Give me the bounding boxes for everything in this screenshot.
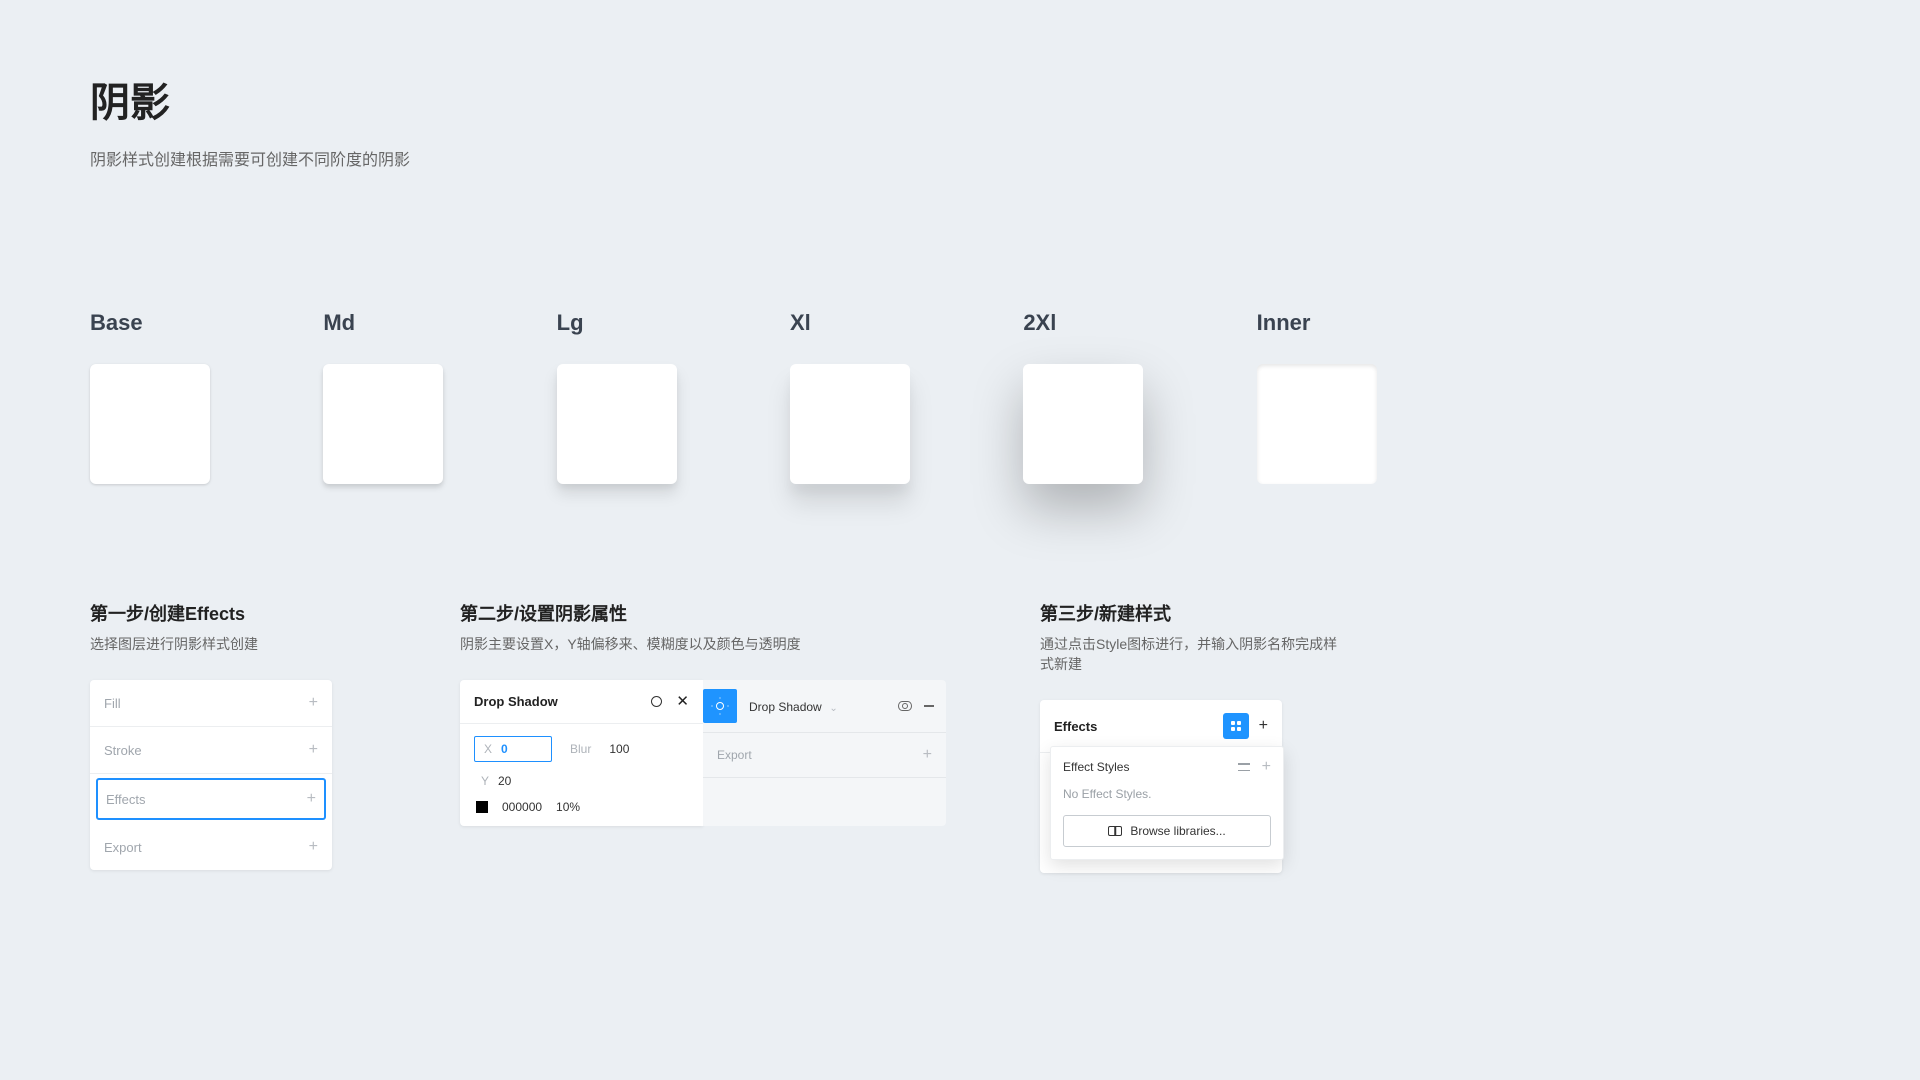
- plus-icon[interactable]: +: [309, 839, 318, 855]
- step-title: 第三步/新建样式: [1040, 600, 1340, 626]
- shadow-settings-panel: Drop Shadow ✕ X 0 Blur: [460, 680, 703, 826]
- x-label: X: [483, 742, 493, 756]
- panel-row-fill[interactable]: Fill +: [90, 680, 332, 727]
- swatch-col-base: Base: [90, 310, 323, 484]
- swatch-col-xl: Xl: [790, 310, 1023, 484]
- plus-icon[interactable]: +: [309, 742, 318, 758]
- swatch-col-2xl: 2Xl: [1023, 310, 1256, 484]
- popover-title: Effect Styles: [1063, 760, 1129, 774]
- grid-icon: [1231, 721, 1241, 731]
- swatch-col-md: Md: [323, 310, 556, 484]
- swatch-label: Md: [323, 310, 556, 336]
- sun-icon: [713, 699, 727, 713]
- page-subtitle: 阴影样式创建根据需要可创建不同阶度的阴影: [90, 146, 1490, 170]
- step-subtitle: 选择图层进行阴影样式创建: [90, 634, 460, 654]
- panel-row-effects[interactable]: Effects +: [96, 778, 326, 820]
- step-subtitle: 通过点击Style图标进行，并输入阴影名称完成样式新建: [1040, 634, 1340, 674]
- effect-styles-popover: Effect Styles + No Effect Styles. Browse…: [1050, 746, 1284, 860]
- swatch-inner: [1257, 364, 1377, 484]
- step-title: 第一步/创建Effects: [90, 600, 460, 626]
- swatch-label: Inner: [1257, 310, 1490, 336]
- blur-value[interactable]: 100: [609, 742, 629, 756]
- swatch-col-lg: Lg: [557, 310, 790, 484]
- chevron-down-icon[interactable]: ⌄: [829, 703, 837, 714]
- swatch-col-inner: Inner: [1257, 310, 1490, 484]
- effects-panel: Fill + Stroke + Effects + Export +: [90, 680, 332, 870]
- shadow-layer-panel: Drop Shadow ⌄ Export +: [703, 680, 946, 826]
- x-value: 0: [501, 742, 508, 756]
- swatch-xl: [790, 364, 910, 484]
- plus-icon[interactable]: +: [307, 791, 316, 807]
- step-1: 第一步/创建Effects 选择图层进行阴影样式创建 Fill + Stroke…: [90, 600, 460, 873]
- effect-type-button[interactable]: [703, 689, 737, 723]
- remove-icon[interactable]: [924, 705, 934, 707]
- panel-row-export[interactable]: Export +: [90, 824, 332, 870]
- panel-row-stroke[interactable]: Stroke +: [90, 727, 332, 774]
- page-title: 阴影: [90, 70, 1490, 128]
- panel-row-label: Stroke: [104, 743, 142, 758]
- styles-toggle-button[interactable]: [1223, 713, 1249, 739]
- visibility-icon[interactable]: [898, 701, 912, 711]
- blur-label: Blur: [570, 742, 591, 756]
- swatch-md: [323, 364, 443, 484]
- effect-settings-icon[interactable]: [651, 696, 662, 707]
- browse-libraries-button[interactable]: Browse libraries...: [1063, 815, 1271, 847]
- panel-row-label: Fill: [104, 696, 121, 711]
- swatch-label: 2Xl: [1023, 310, 1256, 336]
- swatch-label: Xl: [790, 310, 1023, 336]
- swatch-2xl: [1023, 364, 1143, 484]
- opacity-value[interactable]: 10%: [556, 800, 580, 814]
- panel-row-label: Effects: [106, 792, 146, 807]
- export-label: Export: [717, 748, 752, 762]
- plus-icon[interactable]: +: [923, 747, 932, 763]
- browse-libraries-label: Browse libraries...: [1130, 824, 1225, 838]
- plus-icon[interactable]: +: [1259, 718, 1268, 734]
- swatch-base: [90, 364, 210, 484]
- swatch-lg: [557, 364, 677, 484]
- panel-row-label: Export: [104, 840, 142, 855]
- panel-header: Effects: [1054, 719, 1097, 734]
- close-icon[interactable]: ✕: [676, 694, 689, 709]
- panel-header: Drop Shadow: [474, 694, 558, 709]
- y-value[interactable]: 20: [498, 774, 511, 788]
- effects-style-panel: Effects + Effect Styles +: [1040, 700, 1282, 873]
- effect-type-label[interactable]: Drop Shadow: [749, 700, 822, 714]
- swatch-label: Lg: [557, 310, 790, 336]
- shadow-swatch-row: Base Md Lg Xl 2Xl Inner: [90, 310, 1490, 484]
- color-swatch[interactable]: [476, 801, 488, 813]
- settings-icon[interactable]: [1238, 761, 1250, 773]
- hex-value[interactable]: 000000: [502, 800, 542, 814]
- step-3: 第三步/新建样式 通过点击Style图标进行，并输入阴影名称完成样式新建 Eff…: [1040, 600, 1340, 873]
- step-title: 第二步/设置阴影属性: [460, 600, 1040, 626]
- step-subtitle: 阴影主要设置X，Y轴偏移来、模糊度以及颜色与透明度: [460, 634, 1040, 654]
- x-offset-field[interactable]: X 0: [474, 736, 552, 762]
- empty-state-text: No Effect Styles.: [1063, 787, 1271, 801]
- step-2: 第二步/设置阴影属性 阴影主要设置X，Y轴偏移来、模糊度以及颜色与透明度 Dro…: [460, 600, 1040, 873]
- book-icon: [1108, 826, 1122, 836]
- swatch-label: Base: [90, 310, 323, 336]
- plus-icon[interactable]: +: [1262, 759, 1271, 775]
- y-label: Y: [480, 774, 490, 788]
- plus-icon[interactable]: +: [309, 695, 318, 711]
